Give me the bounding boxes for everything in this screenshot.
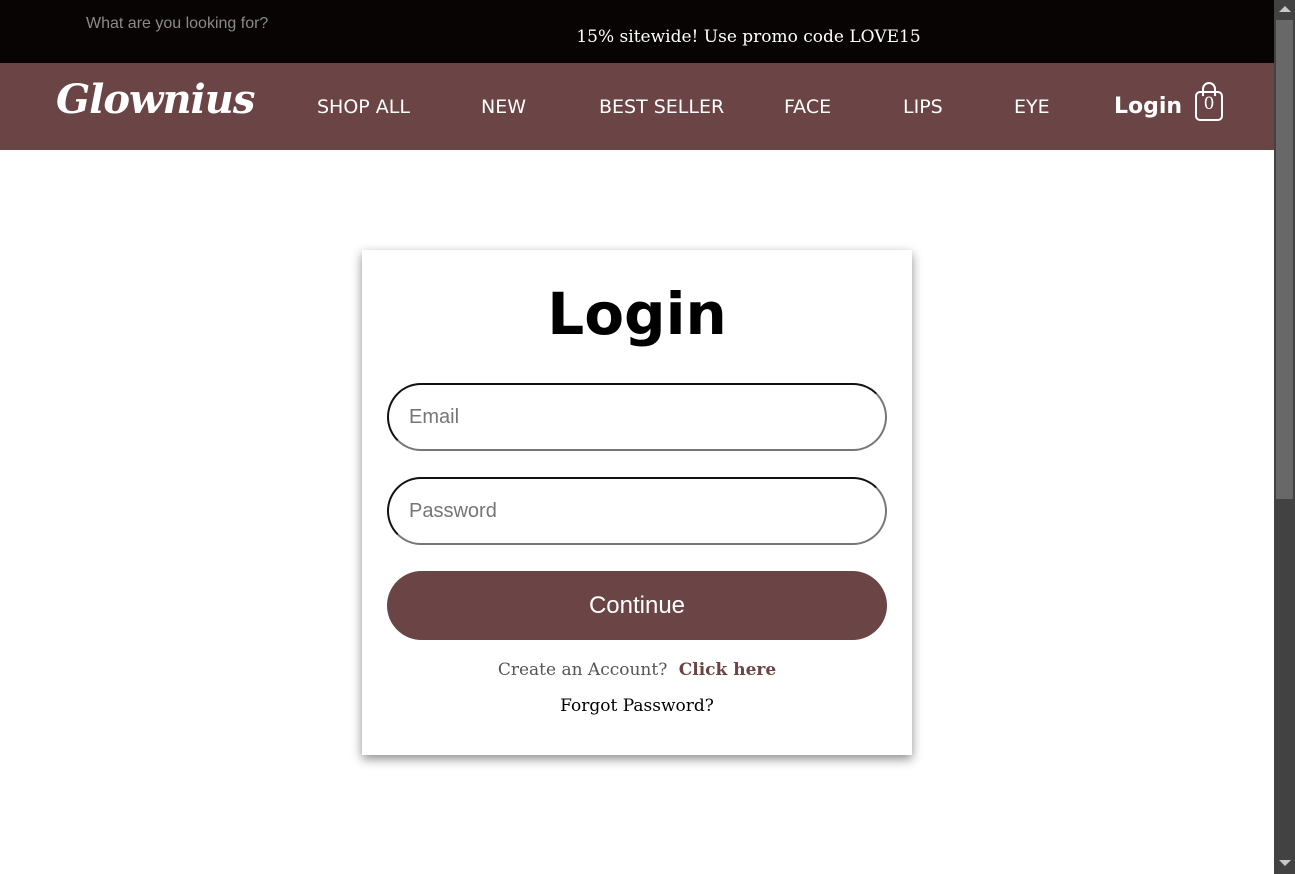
brand-logo[interactable]: Glownius [56,80,255,120]
scrollbar[interactable] [1274,0,1295,874]
scroll-up-arrow-icon[interactable] [1279,6,1291,12]
scroll-down-arrow-icon[interactable] [1279,860,1291,866]
forgot-password-link[interactable]: Forgot Password? [0,696,1274,716]
nav-best-seller[interactable]: BEST SELLER [599,96,724,118]
scrollbar-thumb[interactable] [1276,20,1293,499]
nav-login-link[interactable]: Login [1114,94,1182,119]
create-account-text: Create an Account? [497,660,668,680]
create-account-link[interactable]: Click here [679,660,776,680]
nav-eye[interactable]: EYE [1014,96,1050,118]
email-field[interactable] [387,383,887,451]
cart-button[interactable]: 0 [1194,80,1224,122]
login-title: Login [547,280,727,348]
nav-lips[interactable]: LIPS [903,96,943,118]
continue-button[interactable]: Continue [387,571,887,640]
promo-text: 15% sitewide! Use promo code LOVE15 [576,27,921,47]
cart-count: 0 [1203,94,1215,114]
password-field[interactable] [387,477,887,545]
nav-shop-all[interactable]: SHOP ALL [317,96,410,118]
create-account-row: Create an Account? Click here [0,660,1274,680]
nav-face[interactable]: FACE [784,96,831,118]
nav-new[interactable]: NEW [481,96,526,118]
